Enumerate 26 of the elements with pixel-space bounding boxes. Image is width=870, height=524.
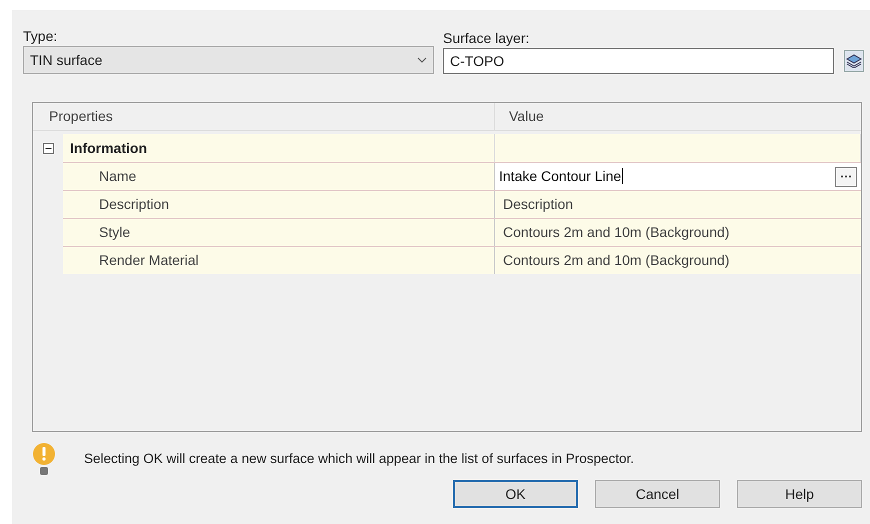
type-dropdown[interactable]: TIN surface xyxy=(23,46,434,74)
ellipsis-icon xyxy=(840,175,852,178)
lightbulb-icon xyxy=(32,442,56,476)
property-value: Contours 2m and 10m (Background) xyxy=(495,219,861,246)
surface-layer-label: Surface layer: xyxy=(443,29,530,48)
collapse-icon[interactable] xyxy=(42,142,54,154)
info-message: Selecting OK will create a new surface which will appear in the list of surfaces in Prospector. xyxy=(84,450,634,468)
layers-icon xyxy=(846,54,862,68)
layers-button[interactable] xyxy=(844,50,864,72)
value-field[interactable]: Intake Contour Line xyxy=(495,163,861,190)
property-value: Contours 2m and 10m (Background) xyxy=(495,247,861,274)
type-label: Type: xyxy=(23,27,58,46)
property-value: Description xyxy=(495,191,861,218)
surface-layer-field[interactable]: C-TOPO xyxy=(443,48,834,74)
property-name: Description xyxy=(63,191,495,218)
dialog-button[interactable]: OK xyxy=(453,480,578,508)
dialog-button[interactable]: Help xyxy=(737,480,862,508)
column-header: Value xyxy=(508,107,545,126)
property-name: Style xyxy=(63,219,495,246)
property-name: Render Material xyxy=(63,247,495,274)
dialog-button[interactable]: Cancel xyxy=(595,480,720,508)
ellipsis-button[interactable] xyxy=(835,166,857,186)
column-header: Properties xyxy=(33,103,495,130)
category-label: Information xyxy=(63,134,495,162)
property-name: Name xyxy=(63,163,495,190)
chevron-down-icon xyxy=(417,57,427,63)
